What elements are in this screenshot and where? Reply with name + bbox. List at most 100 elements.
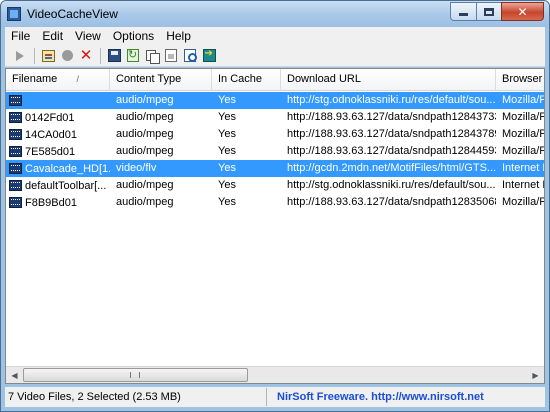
exit-icon — [202, 48, 216, 62]
status-summary: 7 Video Files, 2 Selected (2.53 MB) — [5, 388, 267, 406]
maximize-button[interactable] — [476, 2, 501, 21]
scrollbar-thumb[interactable] — [23, 368, 248, 382]
column-header-content-type[interactable]: Content Type — [110, 69, 212, 91]
video-file-icon — [9, 180, 22, 191]
cell-filename: 14CA0d01 — [6, 126, 110, 143]
filename-text: F8B9Bd01 — [25, 196, 77, 209]
cell-content-type: audio/mpeg — [116, 196, 174, 208]
cell-in-cache: Yes — [218, 196, 236, 208]
filename-text: 0142Fd01 — [25, 111, 75, 124]
video-file-icon — [9, 146, 22, 157]
app-icon — [7, 7, 21, 21]
status-bar: 7 Video Files, 2 Selected (2.53 MB) NirS… — [5, 387, 545, 407]
close-icon: ✕ — [517, 4, 528, 19]
filename-text: 7E585d01 — [25, 145, 76, 158]
cell-content-type: audio/mpeg — [116, 145, 174, 157]
properties-icon — [41, 49, 55, 62]
column-header-download-url[interactable]: Download URL — [281, 69, 496, 91]
stop-button[interactable] — [58, 47, 76, 65]
filename-text: 14CA0d01 — [25, 128, 77, 141]
menu-file[interactable]: File — [5, 29, 36, 43]
cell-browser: Mozilla/F — [502, 128, 545, 140]
video-file-icon — [9, 95, 22, 106]
sort-indicator-icon: / — [76, 74, 79, 84]
copy-button[interactable] — [143, 47, 161, 65]
exit-button[interactable] — [200, 47, 218, 65]
refresh-icon — [127, 48, 139, 62]
nirsoft-link[interactable]: NirSoft Freeware. http://www.nirsoft.net — [267, 388, 484, 406]
save-icon — [107, 49, 121, 62]
close-button[interactable]: ✕ — [501, 2, 544, 21]
minimize-button[interactable] — [450, 2, 476, 21]
play-icon — [16, 50, 24, 61]
cell-in-cache: Yes — [218, 162, 236, 174]
cell-download-url: http://188.93.63.127/data/sndpath1283506… — [287, 196, 496, 208]
cell-download-url: http://stg.odnoklassniki.ru/res/default/… — [287, 179, 496, 191]
cell-browser: Mozilla/F — [502, 196, 545, 208]
video-list[interactable]: Filename / Content Type In Cache Downloa… — [5, 68, 545, 384]
minimize-icon — [459, 13, 468, 16]
table-row[interactable]: 0142Fd01 audio/mpeg Yes http://188.93.63… — [6, 109, 545, 126]
cell-in-cache: Yes — [218, 94, 236, 106]
app-window: VideoCacheView ✕ File Edit View Options … — [0, 0, 550, 412]
toolbar-separator — [100, 47, 101, 64]
video-file-icon — [9, 112, 22, 123]
cell-filename: Cavalcade_HD[1... — [6, 160, 110, 177]
column-header-browser[interactable]: Browser — [496, 69, 544, 91]
table-row[interactable]: Cavalcade_HD[1... video/flv Yes http://g… — [6, 160, 544, 177]
column-header-in-cache[interactable]: In Cache — [212, 69, 281, 91]
cell-browser: Mozilla/F — [502, 145, 545, 157]
cell-download-url: http://stg.odnoklassniki.ru/res/default/… — [287, 94, 496, 106]
cell-filename: 0142Fd01 — [6, 109, 110, 126]
find-icon — [184, 49, 197, 62]
maximize-icon — [484, 7, 494, 16]
menu-view[interactable]: View — [69, 29, 107, 43]
horizontal-scrollbar[interactable]: ◀ ▶ — [6, 366, 544, 383]
copy-icon — [145, 49, 160, 64]
find-button[interactable] — [181, 47, 199, 65]
cell-filename: F8B9Bd01 — [6, 194, 110, 211]
cell-filename: defaultToolbar[... — [6, 177, 110, 194]
cell-browser: Mozilla/F — [502, 111, 545, 123]
cell-in-cache: Yes — [218, 145, 236, 157]
filename-text: defaultToolbar[... — [25, 179, 107, 192]
save-button[interactable] — [105, 47, 123, 65]
cell-browser: Internet E — [502, 179, 545, 191]
video-file-icon — [9, 129, 22, 140]
cell-browser: Mozilla/F — [502, 94, 545, 106]
window-controls: ✕ — [450, 2, 544, 21]
cell-in-cache: Yes — [218, 128, 236, 140]
table-row[interactable]: F8B9Bd01 audio/mpeg Yes http://188.93.63… — [6, 194, 545, 211]
toolbar-separator — [34, 47, 35, 64]
scroll-left-icon[interactable]: ◀ — [6, 367, 23, 383]
properties-button[interactable] — [39, 47, 57, 65]
cell-content-type: audio/mpeg — [116, 179, 174, 191]
video-file-icon — [9, 197, 22, 208]
stop-icon — [61, 50, 73, 61]
video-file-icon — [9, 163, 22, 174]
play-button[interactable] — [11, 47, 29, 65]
list-rows: audio/mpeg Yes http://stg.odnoklassniki.… — [6, 92, 545, 211]
filename-text: Cavalcade_HD[1... — [25, 162, 110, 175]
table-row[interactable]: 14CA0d01 audio/mpeg Yes http://188.93.63… — [6, 126, 545, 143]
delete-icon: ✕ — [79, 47, 93, 64]
menu-edit[interactable]: Edit — [36, 29, 69, 43]
cell-in-cache: Yes — [218, 111, 236, 123]
html-report-button[interactable] — [162, 47, 180, 65]
scroll-right-icon[interactable]: ▶ — [527, 367, 544, 383]
toolbar: ✕ — [5, 45, 545, 67]
column-header-filename[interactable]: Filename / — [6, 69, 110, 91]
cell-content-type: audio/mpeg — [116, 111, 174, 123]
table-row[interactable]: 7E585d01 audio/mpeg Yes http://188.93.63… — [6, 143, 545, 160]
title-bar[interactable]: VideoCacheView ✕ — [1, 1, 549, 27]
table-row[interactable]: audio/mpeg Yes http://stg.odnoklassniki.… — [6, 92, 545, 109]
menu-help[interactable]: Help — [160, 29, 197, 43]
delete-button[interactable]: ✕ — [77, 47, 95, 65]
cell-download-url: http://188.93.63.127/data/sndpath1284378… — [287, 128, 496, 140]
list-header: Filename / Content Type In Cache Downloa… — [6, 69, 544, 91]
menu-options[interactable]: Options — [107, 29, 160, 43]
table-row[interactable]: defaultToolbar[... audio/mpeg Yes http:/… — [6, 177, 545, 194]
refresh-button[interactable] — [124, 47, 142, 65]
column-label: Filename — [12, 73, 58, 85]
cell-content-type: audio/mpeg — [116, 128, 174, 140]
